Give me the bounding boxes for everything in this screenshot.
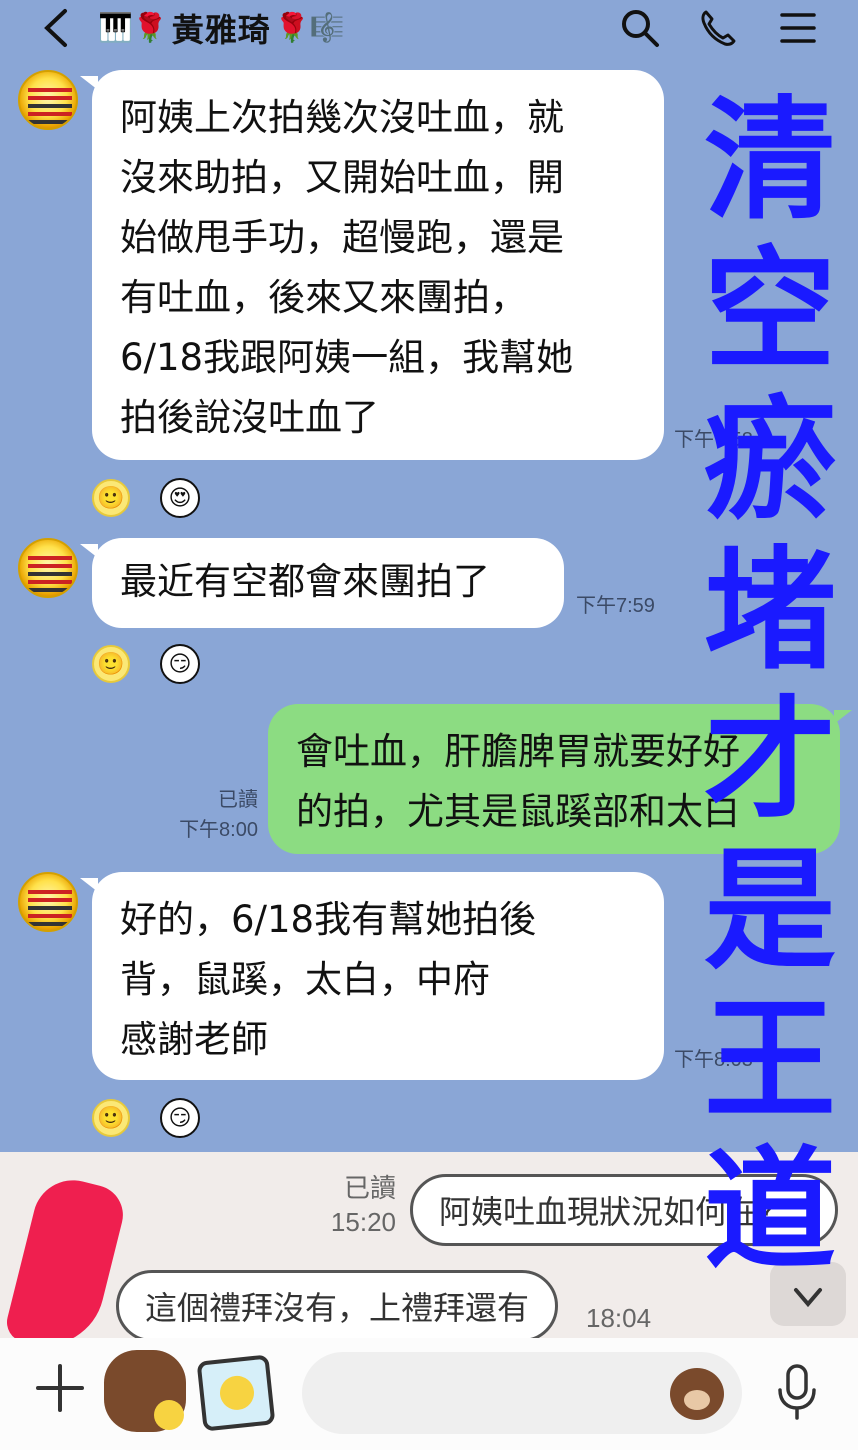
call-button[interactable]: [696, 6, 740, 50]
embedded-incoming-bubble: 這個禮拜沒有，上禮拜還有: [116, 1270, 559, 1342]
overlay-char: 王: [704, 984, 836, 1138]
reaction-row: 🙂 😏: [92, 644, 200, 684]
phone-icon: [701, 10, 736, 46]
message-bubble-incoming[interactable]: 好的，6/18我有幫她拍後 背，鼠蹊，太白，中府 感謝老師: [80, 872, 664, 1080]
menu-button[interactable]: [776, 6, 820, 50]
message-line: 始做甩手功，超慢跑，還是: [120, 216, 564, 259]
sticker-brown-bear-icon[interactable]: [104, 1350, 186, 1432]
chat-name: 黃雅琦: [171, 11, 271, 49]
microphone-icon: [778, 1364, 816, 1420]
sender-avatar[interactable]: [18, 70, 78, 130]
embedded-incoming-time: 18:04: [586, 1303, 652, 1333]
search-button[interactable]: [618, 6, 662, 50]
message-line: 背，鼠蹊，太白，中府: [120, 958, 490, 1001]
message-line: 好的，6/18我有幫她拍後: [120, 898, 537, 941]
embedded-read-receipt: 已讀: [343, 1173, 396, 1203]
hamburger-icon: [780, 13, 816, 43]
message-line: 有吐血，後來又來團拍，: [120, 276, 527, 319]
message-line: 6/18我跟阿姨一組，我幫她: [120, 336, 574, 379]
overlay-char: 道: [704, 1134, 836, 1288]
read-receipt: 已讀: [218, 789, 258, 811]
smile-reaction-icon[interactable]: 🙂: [92, 645, 130, 683]
message-line: 感謝老師: [120, 1018, 268, 1061]
search-icon: [622, 10, 659, 47]
overlay-char: 瘀: [704, 384, 836, 538]
embedded-read-time: 15:20: [330, 1207, 396, 1237]
title-prefix-emoji: 🎹🌹: [98, 11, 168, 44]
reaction-row: 🙂 😏: [92, 1098, 200, 1138]
heart-eyes-reaction-icon[interactable]: 😍: [160, 478, 200, 518]
message-line: 沒來助拍，又開始吐血，開: [120, 156, 564, 199]
overlay-char: 堵: [704, 534, 836, 688]
message-bubble-incoming[interactable]: 阿姨上次拍幾次沒吐血，就 沒來助拍，又開始吐血，開 始做甩手功，超慢跑，還是 有…: [80, 70, 664, 460]
plus-icon: [36, 1364, 84, 1412]
reaction-row: 🙂 😍: [92, 478, 200, 518]
smirk-reaction-icon[interactable]: 😏: [160, 1098, 200, 1138]
message-line: 拍後說沒吐血了: [120, 396, 379, 439]
overlay-caption: 清 空 瘀 堵 才 是 王 道: [700, 86, 840, 1286]
message-line: 阿姨上次拍幾次沒吐血，就: [120, 96, 564, 139]
message-line: 最近有空都會來團拍了: [120, 560, 490, 603]
chat-header: 🎹🌹 黃雅琦 🌹🎼: [0, 0, 858, 56]
sender-avatar[interactable]: [18, 538, 78, 598]
add-button[interactable]: [32, 1360, 88, 1416]
message-time: 下午7:59: [576, 595, 655, 617]
smile-reaction-icon[interactable]: 🙂: [92, 479, 130, 517]
overlay-char: 才: [704, 684, 836, 838]
chat-title[interactable]: 🎹🌹 黃雅琦 🌹🎼: [98, 6, 344, 50]
smirk-reaction-icon[interactable]: 😏: [160, 644, 200, 684]
overlay-char: 清: [704, 84, 836, 238]
message-bubble-incoming[interactable]: 最近有空都會來團拍了: [80, 538, 564, 628]
mic-button[interactable]: [772, 1362, 822, 1422]
overlay-char: 是: [704, 834, 836, 988]
overlay-char: 空: [704, 234, 836, 388]
back-button[interactable]: [34, 6, 78, 50]
sender-avatar[interactable]: [18, 872, 78, 932]
chevron-left-icon: [44, 9, 67, 47]
sticker-sally-photo-icon[interactable]: [196, 1354, 276, 1432]
title-suffix-emoji: 🌹🎼: [274, 11, 345, 44]
message-time: 下午8:00: [179, 819, 258, 841]
sticker-picker-icon[interactable]: [670, 1368, 724, 1420]
smile-reaction-icon[interactable]: 🙂: [92, 1099, 130, 1137]
